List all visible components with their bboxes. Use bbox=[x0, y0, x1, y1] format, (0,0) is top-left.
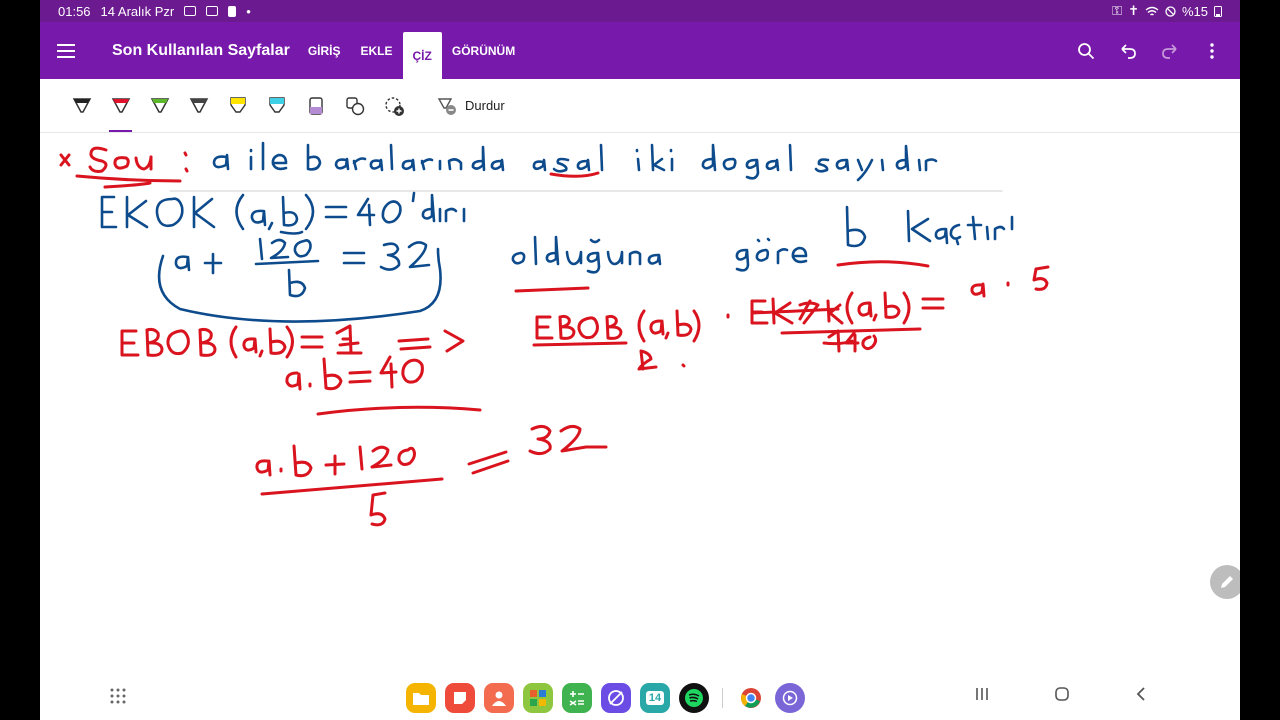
battery-icon bbox=[1214, 6, 1222, 17]
my-files-icon[interactable] bbox=[406, 683, 436, 713]
search-icon bbox=[1078, 42, 1095, 59]
hamburger-icon bbox=[57, 49, 75, 52]
app-dock: 14 bbox=[406, 683, 805, 713]
tab-home[interactable]: GİRİŞ bbox=[298, 22, 351, 79]
wifi-icon bbox=[1145, 6, 1159, 16]
lasso-select-button[interactable] bbox=[374, 86, 413, 126]
pen-green[interactable] bbox=[140, 86, 179, 126]
battery-level: %15 bbox=[1181, 3, 1208, 19]
edit-fab-button[interactable] bbox=[1210, 565, 1240, 599]
stop-pen-icon bbox=[437, 97, 456, 115]
calendar-icon[interactable]: 14 bbox=[640, 683, 670, 713]
highlighter-yellow[interactable] bbox=[218, 86, 257, 126]
eraser-icon bbox=[308, 96, 323, 115]
redo-button[interactable] bbox=[1160, 41, 1180, 61]
tab-draw[interactable]: ÇİZ bbox=[402, 32, 442, 79]
pen-icon bbox=[150, 97, 169, 113]
recents-icon[interactable] bbox=[974, 686, 990, 702]
more-notifications-icon: • bbox=[246, 3, 251, 19]
ribbon-tabs: GİRİŞ EKLE ÇİZ GÖRÜNÜM bbox=[298, 22, 525, 79]
draw-toolbar: Durdur bbox=[40, 79, 1240, 133]
spotify-icon[interactable] bbox=[679, 683, 709, 713]
back-icon[interactable] bbox=[1134, 686, 1150, 702]
office-icon[interactable] bbox=[523, 683, 553, 713]
ink-heading-soru bbox=[59, 146, 189, 189]
eraser-button[interactable] bbox=[296, 86, 335, 126]
tab-insert[interactable]: EKLE bbox=[351, 22, 403, 79]
stop-label: Durdur bbox=[465, 98, 505, 113]
page-title[interactable]: Son Kullanılan Sayfalar bbox=[112, 42, 290, 60]
mute-icon: ✝ bbox=[1128, 3, 1139, 18]
stop-inking-button[interactable]: Durdur bbox=[435, 95, 505, 117]
home-icon[interactable] bbox=[1054, 686, 1070, 702]
app-drawer-icon[interactable] bbox=[110, 688, 126, 704]
internet-icon[interactable] bbox=[601, 683, 631, 713]
pen-icon bbox=[111, 97, 130, 113]
screenshot-icon bbox=[206, 6, 219, 16]
navigation-bar: 14 bbox=[40, 672, 1240, 720]
do-not-disturb-icon bbox=[1165, 5, 1176, 17]
pen-dark-gray[interactable] bbox=[179, 86, 218, 126]
lock-icon: ⚿ bbox=[1112, 3, 1123, 18]
shapes-button[interactable] bbox=[335, 86, 374, 126]
undo-icon bbox=[1121, 43, 1136, 59]
pen-icon bbox=[72, 97, 91, 113]
pen-black[interactable] bbox=[62, 86, 101, 126]
samsung-notes-icon[interactable] bbox=[445, 683, 475, 713]
shapes-icon bbox=[345, 96, 364, 115]
battery-saver-icon bbox=[228, 5, 237, 17]
pencil-icon bbox=[1221, 576, 1233, 588]
more-vertical-icon bbox=[1210, 42, 1214, 59]
calculator-icon[interactable] bbox=[562, 683, 592, 713]
pen-red[interactable] bbox=[101, 86, 140, 132]
undo-button[interactable] bbox=[1118, 41, 1138, 61]
ink-canvas[interactable] bbox=[40, 133, 1240, 663]
tab-view[interactable]: GÖRÜNÜM bbox=[442, 22, 525, 79]
highlighter-icon bbox=[268, 96, 285, 113]
status-time: 01:56 bbox=[58, 3, 91, 19]
system-navigation bbox=[974, 686, 1150, 702]
more-options-button[interactable] bbox=[1202, 41, 1222, 61]
screen-record-icon bbox=[184, 6, 197, 16]
lasso-add-icon bbox=[384, 96, 404, 116]
chrome-icon[interactable] bbox=[736, 683, 766, 713]
highlighter-icon bbox=[229, 96, 246, 113]
status-bar: 01:56 14 Aralık Pzr • ⚿ ✝ %15 bbox=[40, 0, 1240, 22]
menu-button[interactable] bbox=[40, 22, 92, 79]
pen-icon bbox=[189, 97, 208, 113]
highlighter-cyan[interactable] bbox=[257, 86, 296, 126]
search-button[interactable] bbox=[1076, 41, 1096, 61]
status-date: 14 Aralık Pzr bbox=[100, 3, 175, 19]
ink-problem-statement bbox=[100, 141, 1014, 323]
dock-separator bbox=[722, 688, 723, 708]
tablet-screen: 01:56 14 Aralık Pzr • ⚿ ✝ %15 Son Kullan… bbox=[40, 0, 1240, 720]
redo-icon bbox=[1162, 43, 1177, 59]
calendar-day: 14 bbox=[645, 691, 665, 705]
contacts-icon[interactable] bbox=[484, 683, 514, 713]
screen-recorder-icon[interactable] bbox=[775, 683, 805, 713]
app-bar: Son Kullanılan Sayfalar GİRİŞ EKLE ÇİZ G… bbox=[40, 22, 1240, 79]
